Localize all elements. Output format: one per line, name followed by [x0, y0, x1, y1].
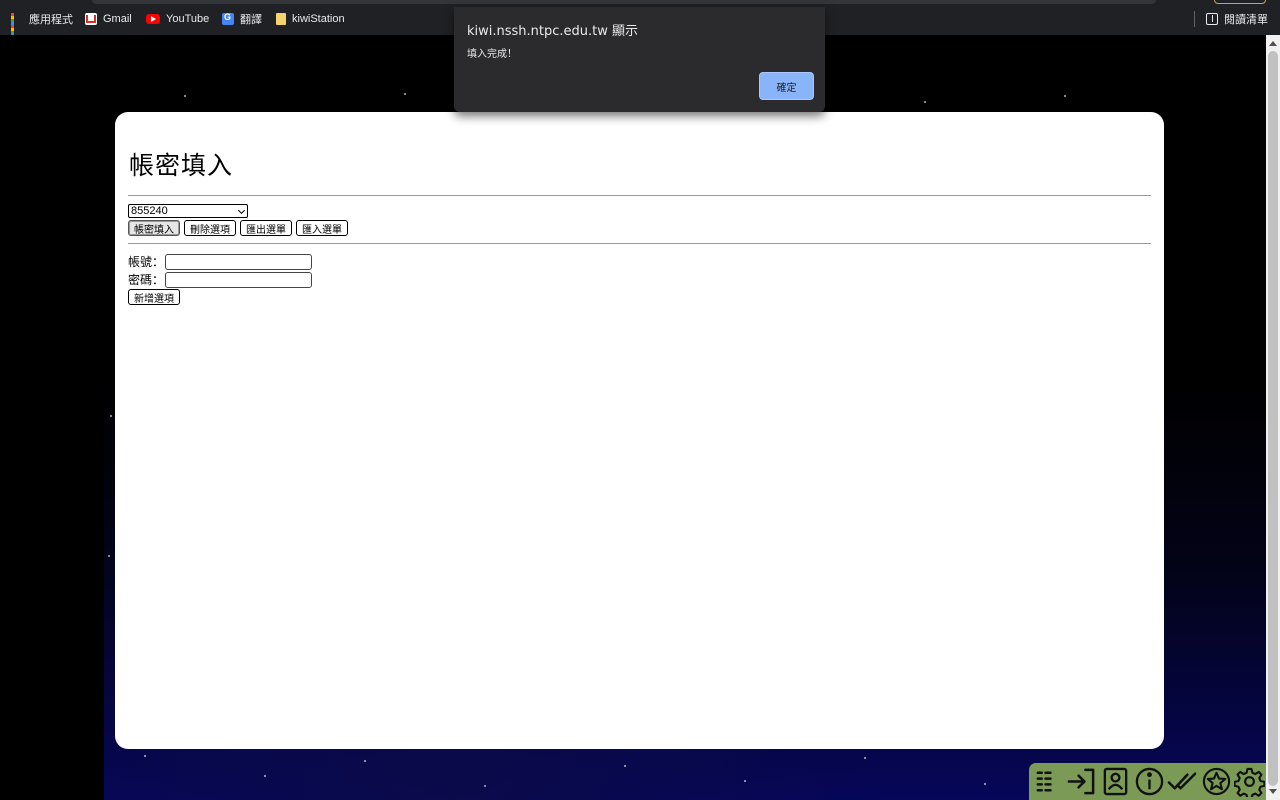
account-row: 帳號：	[128, 253, 313, 270]
bookmark-label: Gmail	[103, 13, 132, 25]
floating-toolbar	[1029, 763, 1266, 800]
alert-origin: kiwi.nssh.ntpc.edu.tw 顯示	[467, 24, 639, 39]
bookmarks-divider	[1194, 11, 1195, 27]
folder-icon	[276, 13, 286, 25]
bookmark-label: 應用程式	[29, 14, 73, 26]
account-label: 帳號：	[128, 255, 165, 269]
import-menu-button[interactable]: 匯入選單	[296, 220, 348, 236]
reading-list-icon	[1206, 13, 1218, 25]
page-scrollbar[interactable]	[1266, 35, 1280, 800]
add-option-button[interactable]: 新增選項	[128, 289, 180, 305]
bookmark-label: 翻譯	[240, 14, 262, 26]
divider	[128, 243, 1151, 244]
password-row: 密碼：	[128, 271, 313, 288]
divider	[128, 195, 1151, 196]
profile-button[interactable]	[1214, 0, 1266, 4]
bookmark-label: kiwiStation	[292, 13, 345, 25]
action-buttons: 帳密填入 刪除選項 匯出選單 匯入選單	[128, 220, 348, 236]
bookmark-translate[interactable]: 翻譯	[222, 11, 262, 27]
login-icon[interactable]	[1066, 764, 1099, 799]
account-select[interactable]: 855240	[128, 204, 248, 218]
export-menu-button[interactable]: 匯出選單	[240, 220, 292, 236]
double-check-icon[interactable]	[1166, 764, 1199, 799]
bookmark-kiwistation[interactable]: kiwiStation	[276, 11, 345, 27]
bookmark-label: YouTube	[166, 13, 210, 25]
alert-dialog: kiwi.nssh.ntpc.edu.tw 顯示 填入完成！ 確定	[454, 7, 825, 112]
bookmark-youtube[interactable]: YouTube	[146, 11, 209, 27]
info-icon[interactable]	[1133, 764, 1166, 799]
main-panel: 帳密填入 855240 帳密填入 刪除選項 匯出選單 匯入選單 帳號： 密碼： …	[115, 112, 1164, 749]
translate-icon	[222, 12, 234, 25]
password-label: 密碼：	[128, 273, 165, 287]
list-icon[interactable]	[1032, 764, 1065, 799]
fill-credentials-button[interactable]: 帳密填入	[128, 220, 180, 236]
password-input[interactable]	[165, 271, 313, 288]
bookmark-gmail[interactable]: Gmail	[85, 11, 132, 27]
reading-list-label: 閱讀清單	[1224, 14, 1268, 26]
page-title: 帳密填入	[129, 151, 234, 180]
scroll-up-arrow-icon[interactable]	[1269, 41, 1277, 46]
gear-icon[interactable]	[1233, 764, 1266, 799]
youtube-icon	[146, 14, 160, 24]
bookmark-apps[interactable]: 應用程式	[11, 11, 73, 40]
apps-grid-icon	[11, 13, 23, 40]
alert-message: 填入完成！	[467, 49, 517, 60]
delete-option-button[interactable]: 刪除選項	[184, 220, 236, 236]
contact-card-icon[interactable]	[1099, 764, 1132, 799]
gmail-icon	[85, 13, 97, 25]
scroll-down-arrow-icon[interactable]	[1269, 789, 1277, 794]
alert-ok-button[interactable]: 確定	[759, 72, 814, 100]
reading-list-button[interactable]: 閱讀清單	[1206, 11, 1268, 27]
address-bar[interactable]	[92, 0, 1156, 4]
account-select-value: 855240	[131, 205, 168, 217]
star-icon[interactable]	[1200, 764, 1233, 799]
account-input[interactable]	[165, 253, 313, 270]
scrollbar-thumb[interactable]	[1268, 51, 1278, 786]
